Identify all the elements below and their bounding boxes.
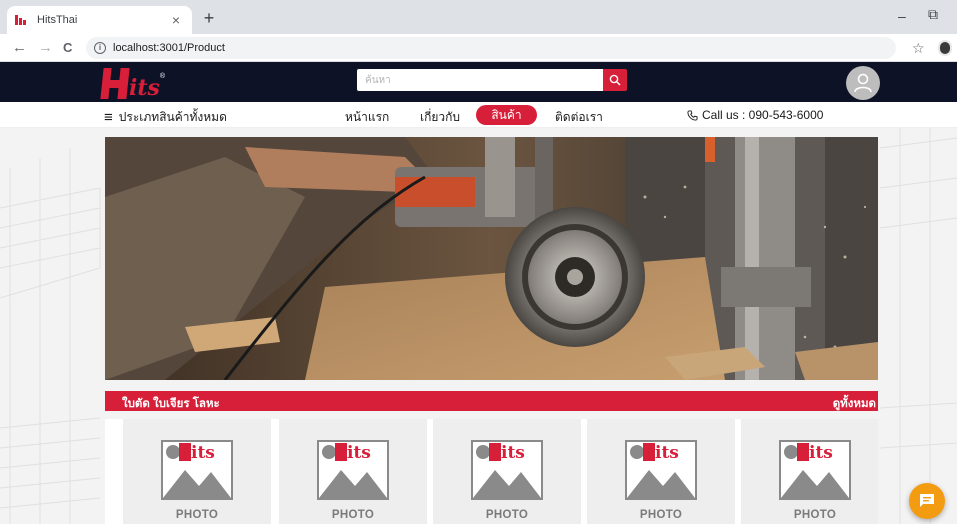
product-card[interactable]: its PHOTO xyxy=(587,419,735,524)
address-bar[interactable]: i localhost:3001/Product xyxy=(86,37,896,59)
photo-placeholder-logo: its xyxy=(809,443,833,463)
new-tab-button[interactable]: + xyxy=(199,8,219,29)
category-menu-label: ประเภทสินค้าทั้งหมด xyxy=(118,110,227,124)
search-icon xyxy=(609,74,621,86)
call-us[interactable]: Call us : 090-543-6000 xyxy=(687,108,823,122)
hits-logo[interactable]: its ® xyxy=(100,65,166,101)
back-button[interactable]: ← xyxy=(12,39,27,56)
window-minimize-button[interactable]: – xyxy=(898,8,906,24)
nav-contact[interactable]: ติดต่อเรา xyxy=(555,108,603,127)
product-photo-label: PHOTO xyxy=(793,509,837,521)
photo-placeholder-logo: its xyxy=(191,443,215,463)
photo-placeholder-h-mark xyxy=(335,443,347,461)
photo-placeholder-h-mark xyxy=(179,443,191,461)
product-card[interactable]: its PHOTO xyxy=(741,419,878,524)
hamburger-icon: ≡ xyxy=(104,108,113,126)
logo-registered-mark: ® xyxy=(159,73,166,80)
search-input[interactable] xyxy=(357,69,605,91)
product-card[interactable]: its PHOTO xyxy=(279,419,427,524)
hero-banner-image xyxy=(105,137,878,380)
product-photo-label: PHOTO xyxy=(331,509,375,521)
user-avatar[interactable] xyxy=(846,66,880,100)
tab-title: HitsThai xyxy=(37,14,78,26)
nav-products[interactable]: สินค้า xyxy=(476,105,537,125)
nav-about[interactable]: เกี่ยวกับ xyxy=(420,108,460,127)
user-avatar-icon xyxy=(854,73,872,93)
photo-placeholder-h-mark xyxy=(489,443,501,461)
browser-tab[interactable]: HitsThai × xyxy=(7,6,192,34)
product-list: its PHOTO its PHOTO its PHOTO its PHOTO … xyxy=(105,419,878,524)
hero-banner xyxy=(105,137,878,380)
window-restore-button[interactable]: ⧉ xyxy=(928,6,938,23)
product-photo-label: PHOTO xyxy=(485,509,529,521)
view-all-link[interactable]: ดูทั้งหมด xyxy=(833,395,876,413)
photo-placeholder-logo: its xyxy=(655,443,679,463)
nav-home[interactable]: หน้าแรก xyxy=(345,108,389,127)
browser-toolbar: ← → C i localhost:3001/Product ☆ xyxy=(0,34,957,62)
logo-h-mark xyxy=(100,68,130,99)
url-text[interactable]: localhost:3001/Product xyxy=(113,42,225,54)
site-header: its ® xyxy=(0,62,957,102)
chat-button[interactable] xyxy=(909,483,945,519)
bookmark-star-icon[interactable]: ☆ xyxy=(912,40,925,57)
site-nav: ≡ ประเภทสินค้าทั้งหมด หน้าแรก เกี่ยวกับ … xyxy=(0,102,957,128)
photo-placeholder-logo: its xyxy=(347,443,371,463)
extension-icon[interactable] xyxy=(938,40,952,56)
hits-favicon-icon xyxy=(15,15,29,25)
photo-placeholder-h-mark xyxy=(643,443,655,461)
search-button[interactable] xyxy=(603,69,627,91)
photo-placeholder-h-mark xyxy=(797,443,809,461)
info-icon[interactable]: i xyxy=(94,42,106,54)
product-photo-label: PHOTO xyxy=(639,509,683,521)
product-card[interactable]: its PHOTO xyxy=(433,419,581,524)
product-photo-label: PHOTO xyxy=(175,509,219,521)
page-root: HitsThai × + – ⧉ ← → C i localhost:3001/… xyxy=(0,0,957,524)
product-card[interactable]: its PHOTO xyxy=(123,419,271,524)
phone-icon xyxy=(687,109,698,121)
logo-text: its xyxy=(129,75,160,101)
photo-placeholder-logo: its xyxy=(501,443,525,463)
browser-tab-strip: HitsThai × + – ⧉ xyxy=(0,0,957,34)
reload-button[interactable]: C xyxy=(63,40,72,55)
call-us-text: Call us : 090-543-6000 xyxy=(702,108,824,122)
chat-icon xyxy=(920,494,934,507)
forward-button[interactable]: → xyxy=(38,39,53,56)
tab-close-icon[interactable]: × xyxy=(166,12,186,28)
category-menu[interactable]: ≡ ประเภทสินค้าทั้งหมด xyxy=(104,108,227,127)
category-section-bar: ใบตัด ใบเจียร โลหะ ดูทั้งหมด xyxy=(105,391,878,411)
section-title: ใบตัด ใบเจียร โลหะ xyxy=(122,398,220,410)
